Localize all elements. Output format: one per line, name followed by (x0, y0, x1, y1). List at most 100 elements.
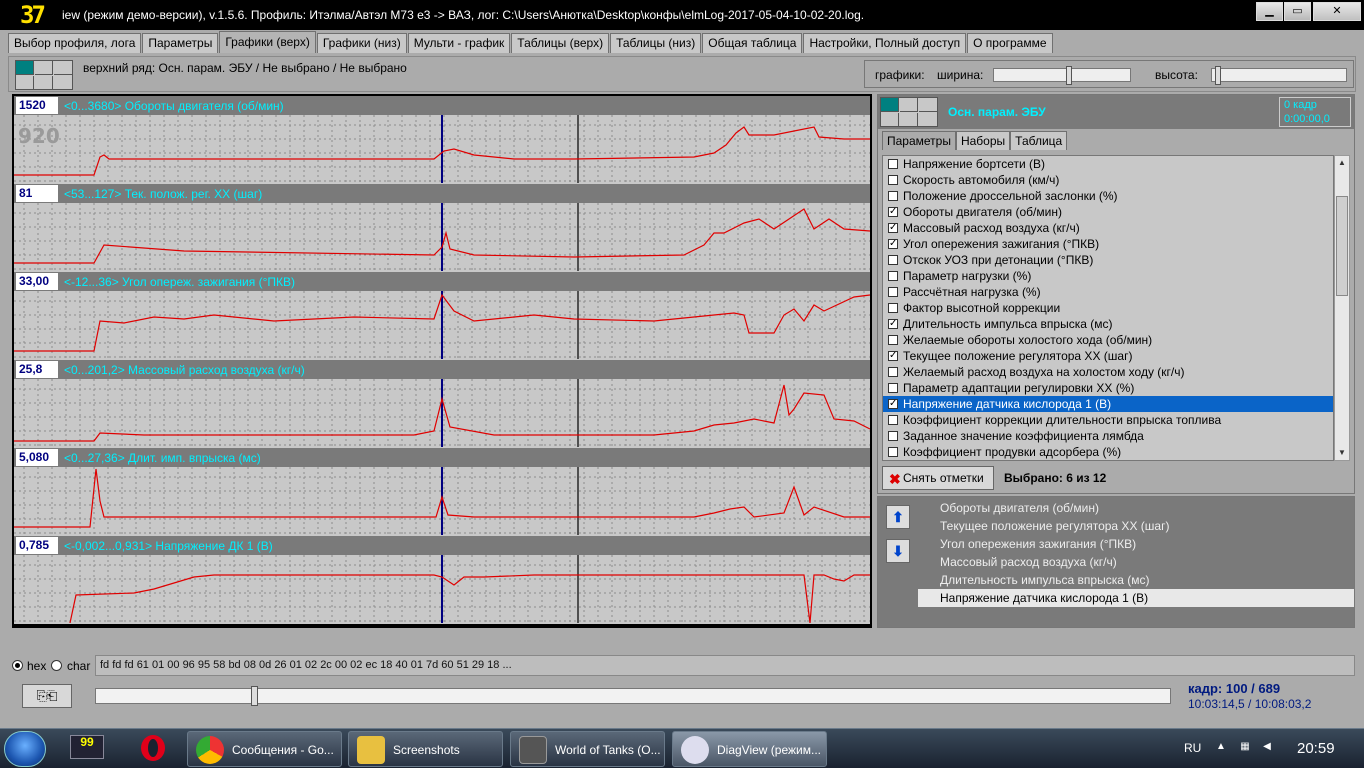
parameter-item[interactable]: Фактор высотной коррекции (883, 300, 1333, 316)
charts-area[interactable]: 1520 <0...3680> Обороты двигателя (об/ми… (12, 94, 872, 628)
task-chrome[interactable]: Сообщения - Go... (187, 731, 342, 767)
parameter-item[interactable]: Коэффициент коррекции длительности впрыс… (883, 412, 1333, 428)
parameter-checkbox[interactable] (888, 447, 898, 457)
parameter-list[interactable]: Напряжение бортсети (В) Скорость автомоби… (882, 155, 1334, 461)
parameter-item[interactable]: Рассчётная нагрузка (%) (883, 284, 1333, 300)
scroll-down-icon[interactable]: ▼ (1335, 446, 1349, 460)
parameter-item[interactable]: ✓ Длительность импульса впрыска (мс) (883, 316, 1333, 332)
parameter-item[interactable]: Желаемый расход воздуха на холостом ходу… (883, 364, 1333, 380)
chart-airflow[interactable]: 25,8 <0...201,2> Массовый расход воздуха… (14, 360, 870, 448)
frame-position-slider[interactable] (95, 686, 1171, 706)
parameter-item[interactable]: ✓ Напряжение датчика кислорода 1 (В) (883, 396, 1333, 412)
export-button[interactable]: ⎘⎗ (22, 684, 72, 708)
parameter-item[interactable]: ✓ Текущее положение регулятора ХХ (шаг) (883, 348, 1333, 364)
selected-parameter-item[interactable]: Угол опережения зажигания (°ПКВ) (918, 535, 1354, 553)
subtab-sets[interactable]: Наборы (955, 131, 1011, 150)
tab-general-table[interactable]: Общая таблица (702, 33, 803, 53)
tab-about[interactable]: О программе (967, 33, 1053, 53)
chart-ignition[interactable]: 33,00 <-12...36> Угол опереж. зажигания … (14, 272, 870, 360)
parameter-checkbox[interactable]: ✓ (888, 351, 898, 361)
parameter-checkbox[interactable] (888, 367, 898, 377)
start-button[interactable] (4, 731, 46, 767)
parameter-checkbox[interactable] (888, 383, 898, 393)
minimize-button[interactable]: ▁ (1256, 2, 1283, 21)
parameter-item[interactable]: Параметр нагрузки (%) (883, 268, 1333, 284)
layout-cell[interactable] (919, 98, 937, 112)
tray-arrow-icon[interactable]: ▲ (1214, 741, 1228, 755)
parameter-checkbox[interactable]: ✓ (888, 223, 898, 233)
quicklaunch-game-icon[interactable]: 99 (70, 735, 104, 759)
parameter-list-scrollbar[interactable]: ▲ ▼ (1334, 155, 1350, 461)
parameter-checkbox[interactable] (888, 415, 898, 425)
chart-plot[interactable] (14, 203, 870, 271)
tab-settings[interactable]: Настройки, Полный доступ (803, 33, 967, 53)
parameter-item[interactable]: Положение дроссельной заслонки (%) (883, 188, 1333, 204)
maximize-button[interactable]: ▭ (1284, 2, 1311, 21)
frame-position-thumb[interactable] (251, 686, 258, 706)
hex-data-field[interactable]: fd fd fd 61 01 00 96 95 58 bd 08 0d 26 0… (95, 655, 1355, 676)
parameter-checkbox[interactable] (888, 191, 898, 201)
language-indicator[interactable]: RU (1184, 741, 1201, 755)
tab-multi-chart[interactable]: Мульти - график (407, 33, 511, 53)
parameter-checkbox[interactable] (888, 159, 898, 169)
network-icon[interactable]: ▦ (1238, 741, 1252, 755)
parameter-item[interactable]: Напряжение бортсети (В) (883, 156, 1333, 172)
height-slider[interactable] (1211, 66, 1347, 85)
layout-cell[interactable] (54, 61, 72, 75)
selected-parameter-item[interactable]: Длительность импульса впрыска (мс) (918, 571, 1354, 589)
parameter-checkbox[interactable] (888, 431, 898, 441)
selected-parameter-item[interactable]: Напряжение датчика кислорода 1 (В) (918, 589, 1354, 607)
clock[interactable]: 20:59 (1297, 740, 1335, 757)
parameter-item[interactable]: Скорость автомобиля (км/ч) (883, 172, 1333, 188)
parameter-item[interactable]: Отскок УОЗ при детонации (°ПКВ) (883, 252, 1333, 268)
volume-icon[interactable]: ◀ (1260, 741, 1274, 755)
parameter-checkbox[interactable] (888, 335, 898, 345)
chart-idle-valve[interactable]: 81 <53...127> Тек. полож. рег. ХХ (шаг) (14, 184, 870, 272)
selected-parameter-list[interactable]: Обороты двигателя (об/мин) Текущее положе… (918, 499, 1354, 627)
tab-profile[interactable]: Выбор профиля, лога (8, 33, 142, 53)
tab-charts-top[interactable]: Графики (верх) (219, 31, 316, 53)
layout-selector[interactable] (15, 60, 73, 90)
parameter-item[interactable]: ✓ Угол опережения зажигания (°ПКВ) (883, 236, 1333, 252)
chart-injection[interactable]: 5,080 <0...27,36> Длит. имп. впрыска (мс… (14, 448, 870, 536)
opera-icon[interactable] (136, 733, 170, 765)
char-radio[interactable] (51, 660, 62, 671)
parameter-checkbox[interactable]: ✓ (888, 319, 898, 329)
parameter-item[interactable]: ✓ Массовый расход воздуха (кг/ч) (883, 220, 1333, 236)
chart-rpm[interactable]: 1520 <0...3680> Обороты двигателя (об/ми… (14, 96, 870, 184)
parameter-checkbox[interactable]: ✓ (888, 239, 898, 249)
selected-parameter-item[interactable]: Текущее положение регулятора ХХ (шаг) (918, 517, 1354, 535)
layout-cell[interactable] (35, 61, 53, 75)
layout-cell[interactable] (919, 113, 937, 127)
layout-selector[interactable] (880, 97, 938, 127)
height-slider-thumb[interactable] (1215, 66, 1221, 85)
parameter-item[interactable]: Заданное значение коэффициента лямбда (883, 428, 1333, 444)
parameter-item[interactable]: Коэффициент продувки адсорбера (%) (883, 444, 1333, 460)
subtab-parameters[interactable]: Параметры (882, 131, 956, 150)
chart-plot[interactable] (14, 291, 870, 359)
parameter-item[interactable]: ✓ Обороты двигателя (об/мин) (883, 204, 1333, 220)
tab-parameters[interactable]: Параметры (142, 33, 219, 53)
move-up-button[interactable]: ⬆ (886, 505, 910, 529)
chart-plot[interactable] (14, 555, 870, 623)
chart-plot[interactable] (14, 467, 870, 535)
scroll-up-icon[interactable]: ▲ (1335, 156, 1349, 170)
scroll-thumb[interactable] (1336, 196, 1348, 296)
width-slider[interactable] (993, 66, 1131, 85)
layout-cell[interactable] (16, 61, 34, 75)
parameter-checkbox[interactable]: ✓ (888, 399, 898, 409)
clear-checks-button[interactable]: ✖ Снять отметки (882, 466, 994, 490)
move-down-button[interactable]: ⬇ (886, 539, 910, 563)
parameter-checkbox[interactable] (888, 255, 898, 265)
parameter-item[interactable]: Параметр адаптации регулировки ХХ (%) (883, 380, 1333, 396)
parameter-checkbox[interactable]: ✓ (888, 207, 898, 217)
layout-cell[interactable] (881, 113, 899, 127)
task-explorer[interactable]: Screenshots (348, 731, 503, 767)
parameter-checkbox[interactable] (888, 303, 898, 313)
selected-parameter-item[interactable]: Массовый расход воздуха (кг/ч) (918, 553, 1354, 571)
subtab-table[interactable]: Таблица (1010, 131, 1068, 150)
close-button[interactable]: ✕ (1313, 2, 1361, 21)
layout-cell[interactable] (35, 76, 53, 90)
layout-cell[interactable] (900, 113, 918, 127)
selected-parameter-item[interactable]: Обороты двигателя (об/мин) (918, 499, 1354, 517)
